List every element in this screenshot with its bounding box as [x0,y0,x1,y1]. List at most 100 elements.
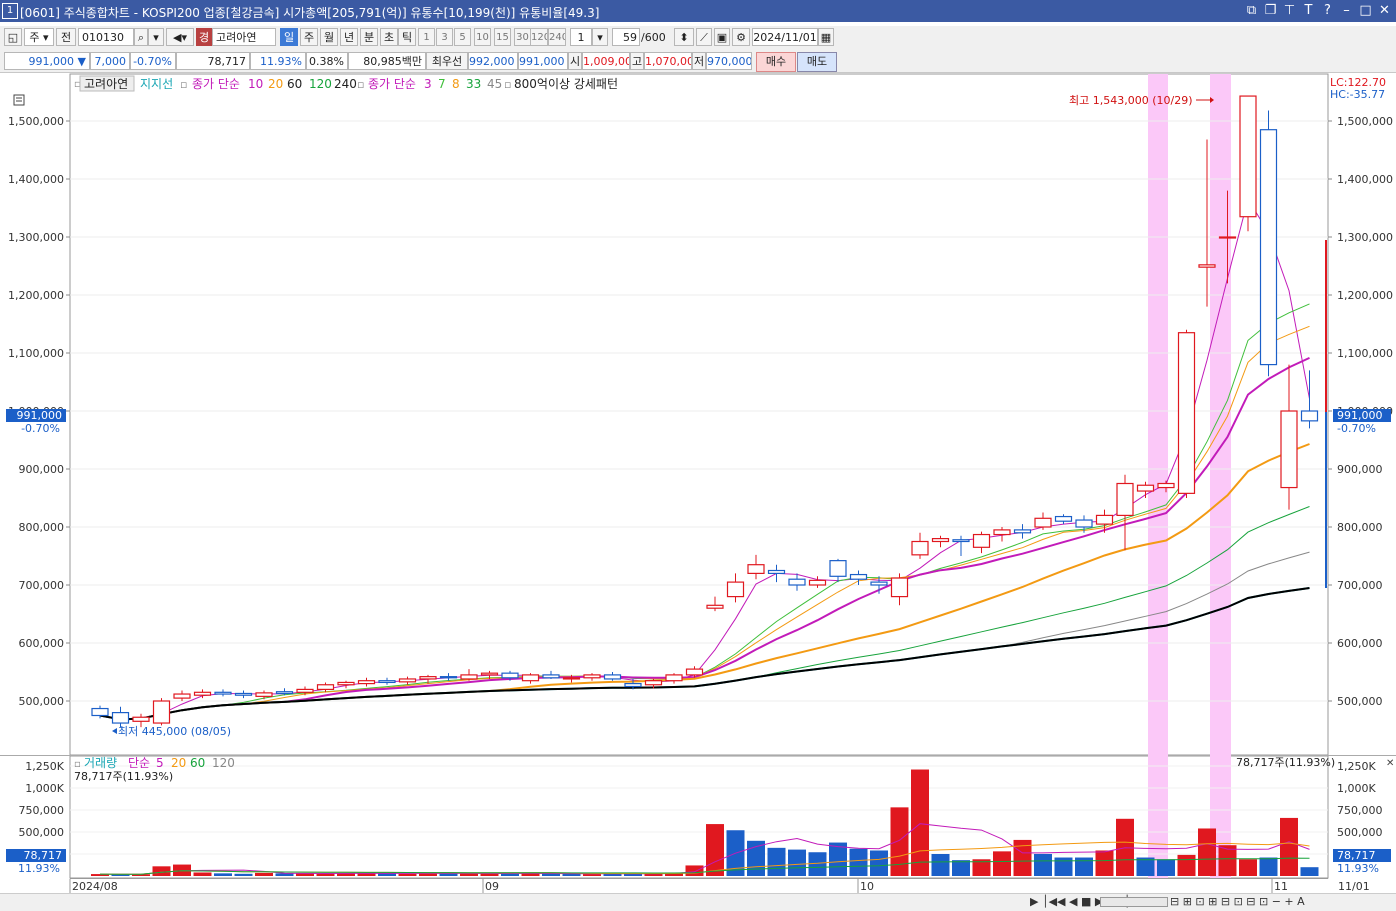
minimize-icon[interactable]: – [1339,2,1354,19]
candle-body [152,700,171,724]
x-axis-label: 11/01 [1338,880,1370,893]
volume-tick-label-left: 1,250K [25,760,64,773]
interval-button-15[interactable]: 15 [494,28,511,46]
interval-button-10[interactable]: 10 [474,28,491,46]
y-tick-label-left: 700,000 [19,579,65,592]
candle-icon[interactable]: ⬍ [674,28,694,46]
ma1-p1: 10 [248,77,263,91]
save-icon[interactable]: ▣ [714,28,730,46]
quote-bar: 991,000 ▼ 7,000 -0.70% 78,717 11.93% 0.3… [0,50,1396,73]
type-select[interactable]: 주 ▾ [24,28,54,46]
vol-ma-p3: 60 [190,756,205,770]
zoom-controls[interactable]: ⊟ ⊞ ⊡ ⊞ ⊟ ⊡ ⊟ ⊡ − + A [1170,895,1305,908]
close-icon[interactable]: ✕ [1377,2,1392,19]
status-bar: ▶ │◀◀ ◀ ■ ▶▶ ▶│ ⊟ ⊞ ⊡ ⊞ ⊟ ⊡ ⊟ ⊡ − + A [0,893,1396,911]
stock-code-input[interactable]: 010130 [78,28,134,46]
period-tab-1[interactable]: 주 [300,28,318,46]
stock-chart[interactable]: 1,500,000 1,500,000 1,400,000 1,400,000 1,30… [0,73,1396,894]
interval-button-3[interactable]: 3 [436,28,453,46]
text-icon[interactable]: T [1301,2,1316,19]
candle-body [685,668,704,676]
y-tick-label-left: 600,000 [19,637,65,650]
draw-icon[interactable]: ⟋ [696,28,712,46]
candle-body [1054,515,1073,522]
period-tab-2[interactable]: 월 [320,28,338,46]
candle-body [234,692,253,696]
help-icon[interactable]: ? [1320,2,1335,19]
volume-panel-close-icon[interactable]: ✕ [1386,758,1394,769]
candle-body [275,691,294,695]
pattern-legend: 800억이상 강세패턴 [514,77,618,91]
interval-button-1[interactable]: 1 [418,28,435,46]
volume-bar [193,872,212,876]
y-tick-label-right: 800,000 [1337,521,1383,534]
settings-icon[interactable]: ⚙ [732,28,750,46]
candle-body [665,674,683,682]
scrollbar[interactable] [1100,897,1168,907]
dropdown-icon[interactable]: ▾ [148,28,164,46]
stock-legend: 고려아연 [84,77,128,91]
all-button[interactable]: 전 [56,28,76,46]
x-axis-label: 2024/08 [72,880,118,893]
pin-icon[interactable]: ⊤ [1282,2,1297,19]
unit-dropdown-icon[interactable]: ▾ [592,28,608,46]
window-number-badge: 1 [2,3,18,19]
link-icon[interactable]: ⧉ [1244,2,1259,19]
count-input[interactable]: 59 [612,28,640,46]
volume-tag-right-rate: 11.93% [1337,862,1379,875]
candle-body [193,691,212,696]
maximize-icon[interactable]: □ [1358,2,1373,19]
ma1-p5: 240 [334,77,357,91]
volume-bar [1095,850,1114,876]
speaker-icon[interactable]: ◀▾ [166,28,194,46]
period-tab-5[interactable]: 초 [380,28,398,46]
y-tick-label-right: 1,400,000 [1337,173,1393,186]
volume-bar [911,769,929,876]
stock-name-field[interactable]: 고려아연 [212,28,276,46]
price-tag-right-rate: -0.70% [1337,422,1376,435]
sell-button[interactable]: 매도 [797,52,837,72]
unit-select[interactable]: 1 [570,28,592,46]
layout-icon[interactable]: ◱ [4,28,22,46]
volume-current-left: 78,717주(11.93%) [74,770,173,783]
interval-button-5[interactable]: 5 [454,28,471,46]
volume-rate: 11.93% [250,52,306,70]
volume-bar [234,873,253,876]
period-tab-3[interactable]: 년 [340,28,358,46]
volume-bar [316,873,335,876]
low-annotation: 최저 445,000 (08/05) [118,725,231,738]
candle-body [501,672,519,679]
interval-button-30[interactable]: 30 [514,28,531,46]
low-price: 970,000 [706,52,752,70]
cascade-icon[interactable]: ❐ [1263,2,1278,19]
interval-button-240[interactable]: 240 [548,28,566,46]
volume-bar [1239,859,1257,876]
interval-button-120[interactable]: 120 [530,28,548,46]
buy-button[interactable]: 매수 [756,52,796,72]
volume-tick-label-right: 1,250K [1337,760,1376,773]
trade-amount: 80,985백만 [348,52,426,70]
candle-body [132,716,150,722]
candle-body [993,529,1011,536]
volume-tick-label-left: 500,000 [19,826,65,839]
volume-bar [1218,845,1237,876]
candle-body [1034,517,1052,528]
ma1-p3: 60 [287,77,302,91]
ma2-p5: 45 [487,77,502,91]
volume-bar [685,865,704,876]
volume-bar [767,847,786,876]
y-tick-label-right: 1,500,000 [1337,115,1393,128]
date-input[interactable]: 2024/11/01 [752,28,818,46]
period-tab-0[interactable]: 일 [280,28,298,46]
svg-text:▫: ▫ [74,759,81,770]
period-tab-4[interactable]: 분 [360,28,378,46]
period-tab-6[interactable]: 틱 [398,28,416,46]
search-icon[interactable]: ⌕ [134,28,148,46]
volume-bar [419,873,437,876]
calendar-icon[interactable]: ▦ [818,28,834,46]
best-bid: 991,000 [518,52,568,70]
chart-toolbar: ◱ 주 ▾ 전 010130 ⌕ ▾ ◀▾ 경 고려아연 일주월년분초틱 135… [0,26,1396,50]
y-tick-label-right: 1,300,000 [1337,231,1393,244]
type-select-value: 주 [29,31,40,44]
volume-bar [1177,854,1196,876]
